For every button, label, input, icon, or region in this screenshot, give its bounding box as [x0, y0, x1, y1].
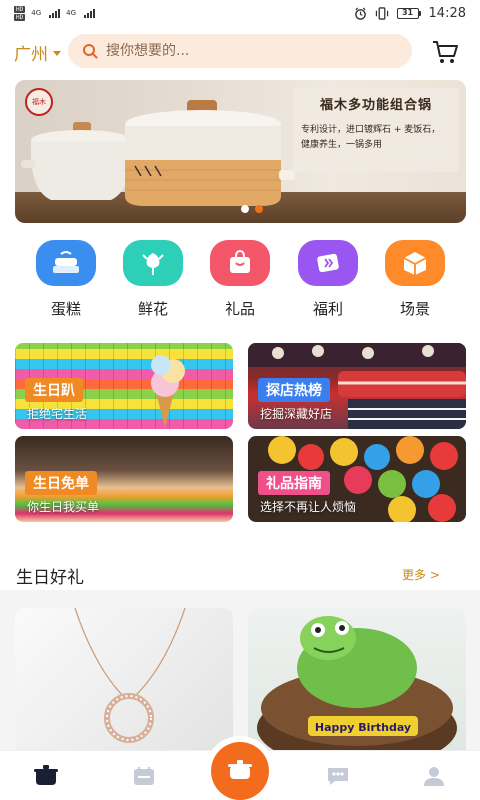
- frog-cake-image: Happy Birthday: [257, 616, 457, 758]
- brand-logo: 福木: [25, 88, 53, 116]
- banner-subtitle: 专利设计，进口镀辉石 + 麦饭石， 健康养生，一锅多用: [301, 125, 441, 150]
- cake-icon: [36, 240, 96, 286]
- sim-indicator: HD HD: [14, 5, 26, 21]
- ice-cream-image: [151, 355, 185, 427]
- search-bar[interactable]: [68, 34, 412, 68]
- category-welfare[interactable]: 福利: [283, 240, 373, 319]
- center-button[interactable]: [211, 742, 269, 800]
- nav-chat[interactable]: [322, 763, 354, 789]
- header: 广州: [0, 34, 480, 70]
- city-selector[interactable]: 广州: [14, 40, 61, 65]
- alarm-icon: [354, 7, 366, 20]
- signal-icon: [49, 8, 61, 18]
- category-cake[interactable]: 蛋糕: [21, 240, 111, 319]
- product-card-frog-cake[interactable]: Happy Birthday: [248, 608, 466, 758]
- necklace-image: [74, 608, 186, 743]
- battery-icon: 31: [396, 7, 421, 19]
- gift-bag-icon: [210, 240, 270, 286]
- calendar-icon: [134, 767, 154, 785]
- profile-icon: [424, 767, 444, 786]
- card-tag: 生日免单: [25, 471, 97, 495]
- status-bar: HD HD 4G 4G 31 14:28: [0, 0, 480, 26]
- card-subtitle: 挖掘深藏好店: [260, 407, 333, 421]
- category-gift[interactable]: 礼品: [195, 240, 285, 319]
- vibrate-icon: [375, 6, 388, 20]
- card-birthday-party[interactable]: 生日趴 拒绝宅生活: [15, 343, 233, 429]
- category-row: 蛋糕 鲜花 礼品 福利 场景: [0, 240, 480, 320]
- cart-icon[interactable]: [430, 38, 460, 66]
- card-tag: 探店热榜: [258, 378, 330, 402]
- category-scene[interactable]: 场景: [370, 240, 460, 319]
- banner-title: 福木多功能组合锅: [319, 98, 432, 113]
- more-link[interactable]: 更多 >: [402, 566, 440, 583]
- large-pot-image: [125, 100, 295, 206]
- card-shop-ranking[interactable]: 探店热榜 挖掘深藏好店: [248, 343, 466, 429]
- banner-text-panel: 福木多功能组合锅 专利设计，进口镀辉石 + 麦饭石， 健康养生，一锅多用: [293, 88, 459, 172]
- search-input[interactable]: [106, 43, 386, 59]
- card-subtitle: 选择不再让人烦恼: [260, 500, 357, 514]
- card-subtitle: 你生日我买单: [27, 500, 100, 514]
- card-subtitle: 拒绝宅生活: [27, 407, 88, 421]
- nav-profile[interactable]: [418, 763, 450, 789]
- section-title: 生日好礼: [16, 568, 84, 588]
- category-flower[interactable]: 鲜花: [108, 240, 198, 319]
- cake-text: Happy Birthday: [315, 721, 411, 734]
- nav-home[interactable]: [30, 763, 62, 789]
- banner-pagination: [241, 205, 263, 213]
- network-type-2: 4G: [66, 9, 77, 17]
- chat-icon: [328, 768, 348, 785]
- banner-dot-active[interactable]: [255, 205, 263, 213]
- city-label: 广州: [14, 45, 48, 65]
- card-tag: 生日趴: [25, 378, 83, 402]
- box-icon: [385, 240, 445, 286]
- network-type: 4G: [31, 9, 42, 17]
- home-icon: [34, 765, 58, 785]
- card-tag: 礼品指南: [258, 471, 330, 495]
- coupon-icon: [298, 240, 358, 286]
- center-pot-icon: [228, 760, 252, 779]
- nav-center[interactable]: [205, 736, 275, 800]
- nav-calendar[interactable]: [128, 763, 160, 789]
- product-card-necklace[interactable]: [15, 608, 233, 758]
- search-icon: [83, 44, 98, 59]
- card-birthday-free[interactable]: 生日免单 你生日我买单: [15, 436, 233, 522]
- clock: 14:28: [428, 5, 466, 21]
- card-gift-guide[interactable]: 礼品指南 选择不再让人烦恼: [248, 436, 466, 522]
- chevron-down-icon: [53, 51, 61, 56]
- signal-icon-2: [84, 8, 96, 18]
- flower-icon: [123, 240, 183, 286]
- promo-banner[interactable]: 福木 福木多功能组合锅 专利设计，进口镀辉石 + 麦饭石， 健康养生，一锅多用: [15, 80, 466, 223]
- banner-dot[interactable]: [241, 205, 249, 213]
